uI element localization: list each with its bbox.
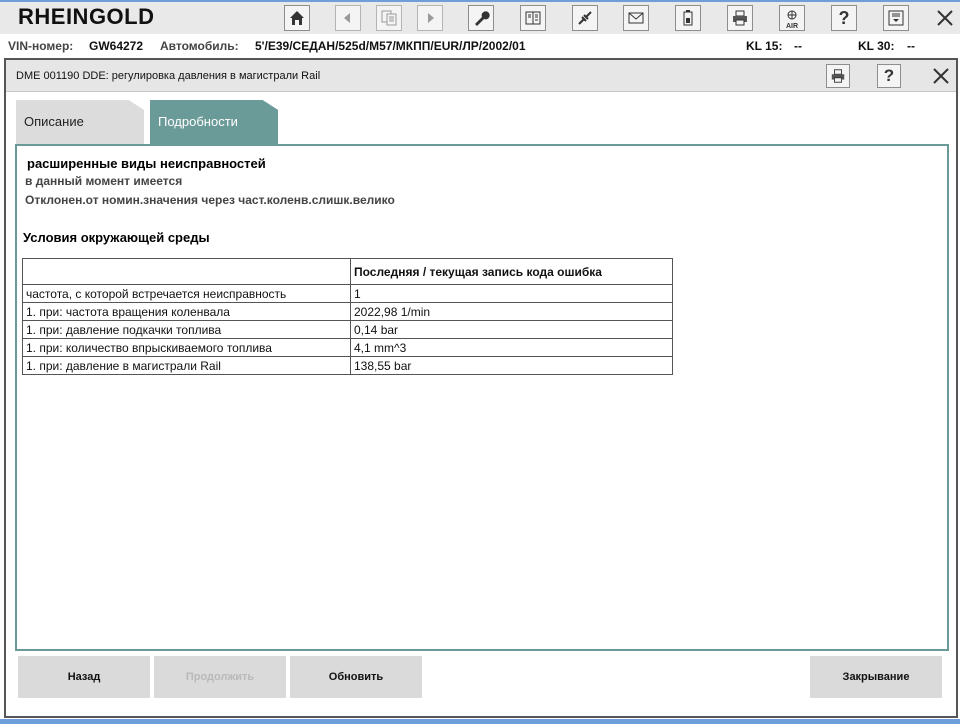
download-icon: [888, 10, 904, 26]
table-cell-param: 1. при: давление подкачки топлива: [22, 320, 351, 339]
table-cell-param: 1. при: количество впрыскиваемого топлив…: [22, 338, 351, 357]
wrench-icon: [475, 11, 490, 26]
table-cell-param: 1. при: давление в магистрали Rail: [22, 356, 351, 375]
table-row: 1. при: частота вращения коленвала 2022,…: [22, 302, 673, 321]
forward-icon: [428, 13, 434, 23]
details-panel: расширенные виды неисправностей в данный…: [15, 144, 949, 651]
fault-detail-dialog: DME 001190 DDE: регулировка давления в м…: [4, 58, 958, 718]
extended-fault-heading: расширенные виды неисправностей: [27, 156, 266, 171]
back-nav-button[interactable]: [335, 5, 361, 31]
environment-table: Последняя / текущая запись кода ошибка ч…: [22, 258, 673, 375]
download-button[interactable]: [883, 5, 909, 31]
table-row: 1. при: количество впрыскиваемого топлив…: [22, 338, 673, 357]
kl30-label: KL 30:: [858, 39, 895, 53]
battery-button[interactable]: [675, 5, 701, 31]
table-cell-value: 0,14 bar: [350, 320, 673, 339]
documents-icon: [381, 10, 397, 26]
table-row: 1. при: давление подкачки топлива 0,14 b…: [22, 320, 673, 339]
refresh-button[interactable]: Обновить: [290, 656, 422, 698]
car-label: Автомобиль:: [160, 39, 239, 53]
table-header-record: Последняя / текущая запись кода ошибка: [350, 258, 673, 285]
vin-label: VIN-номер:: [8, 39, 74, 53]
table-row: частота, с которой встречается неисправн…: [22, 284, 673, 303]
table-cell-param: частота, с которой встречается неисправн…: [22, 284, 351, 303]
dialog-title: DME 001190 DDE: регулировка давления в м…: [16, 70, 321, 82]
close-icon: [933, 68, 949, 84]
home-button[interactable]: [284, 5, 310, 31]
app-title: RHEINGOLD: [18, 4, 155, 29]
table-cell-param: 1. при: частота вращения коленвала: [22, 302, 351, 321]
dialog-help-button[interactable]: ?: [877, 64, 901, 88]
vehicle-info-button[interactable]: [520, 5, 546, 31]
dialog-print-button[interactable]: [826, 64, 850, 88]
mail-icon: [628, 12, 644, 24]
kl30-value: --: [907, 39, 915, 53]
bottom-frame-line: [0, 719, 960, 724]
tab-description[interactable]: Описание: [16, 100, 144, 145]
help-icon: ?: [883, 66, 895, 85]
car-value: 5'/E39/СЕДАН/525d/M57/МКПП/EUR/ЛР/2002/0…: [255, 39, 526, 53]
table-cell-value: 1: [350, 284, 673, 303]
mail-button[interactable]: [623, 5, 649, 31]
table-cell-value: 138,55 bar: [350, 356, 673, 375]
print-icon: [831, 69, 845, 83]
fault-status: в данный момент имеется: [25, 174, 183, 188]
forward-nav-button[interactable]: [417, 5, 443, 31]
vehicle-info-line: VIN-номер: GW64272 Автомобиль: 5'/E39/СЕ…: [0, 34, 960, 58]
battery-icon: [683, 10, 693, 26]
service-functions-button[interactable]: [468, 5, 494, 31]
connection-icon: [578, 11, 592, 25]
back-icon: [344, 13, 350, 23]
table-header-param: [22, 258, 351, 285]
dialog-title-bar: DME 001190 DDE: регулировка давления в м…: [6, 60, 956, 92]
kl15-label: KL 15:: [746, 39, 783, 53]
close-icon: [937, 10, 953, 26]
table-cell-value: 4,1 mm^3: [350, 338, 673, 357]
vin-value: GW64272: [89, 39, 144, 53]
app-close-button[interactable]: [932, 5, 958, 31]
table-cell-value: 2022,98 1/min: [350, 302, 673, 321]
table-row: 1. при: давление в магистрали Rail 138,5…: [22, 356, 673, 375]
kl15-value: --: [794, 39, 802, 53]
main-toolbar: RHEINGOLD AIR ?: [0, 0, 960, 34]
fault-description: Отклонен.от номин.значения через част.ко…: [25, 193, 395, 207]
print-button[interactable]: [727, 5, 753, 31]
back-button[interactable]: Назад: [18, 656, 150, 698]
air-label: AIR: [785, 23, 799, 30]
close-button[interactable]: Закрывание: [810, 656, 942, 698]
help-button[interactable]: ?: [831, 5, 857, 31]
home-icon: [290, 11, 304, 25]
documents-button[interactable]: [376, 5, 402, 31]
print-icon: [733, 10, 747, 26]
dialog-close-button[interactable]: [928, 64, 954, 88]
continue-button[interactable]: Продолжить: [154, 656, 286, 698]
environment-heading: Условия окружающей среды: [23, 230, 210, 245]
connection-button[interactable]: [572, 5, 598, 31]
tab-details[interactable]: Подробности: [150, 100, 278, 145]
help-icon: ?: [838, 7, 850, 28]
air-button[interactable]: AIR: [779, 5, 805, 31]
vehicle-info-icon: [525, 11, 541, 25]
table-header-row: Последняя / текущая запись кода ошибка: [22, 258, 673, 285]
